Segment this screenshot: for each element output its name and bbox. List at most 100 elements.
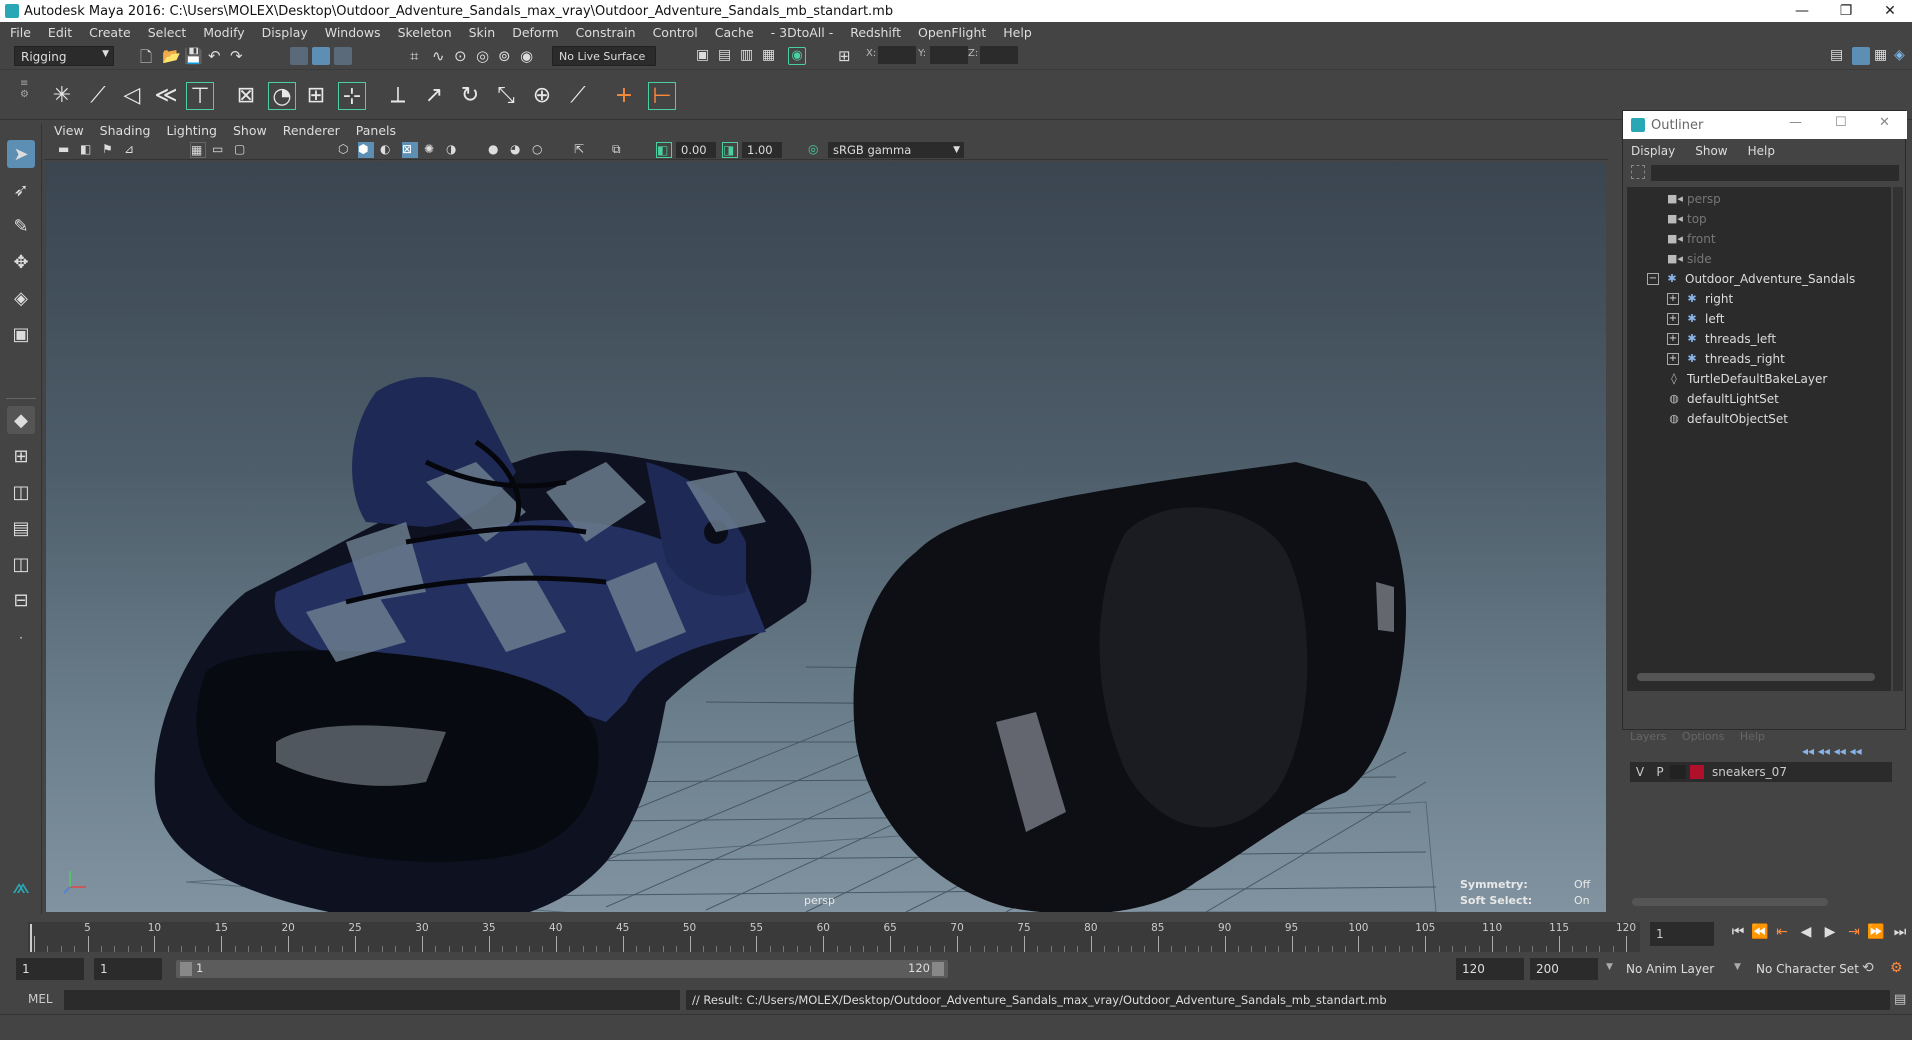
ik-handle-icon[interactable]: ⟋ (84, 82, 112, 110)
outliner-item-turtle-layer[interactable]: ◊ TurtleDefaultBakeLayer (1667, 369, 1827, 389)
snap-view-icon[interactable]: ◎ (476, 47, 494, 65)
y-field[interactable] (930, 46, 968, 64)
outliner-minimize-button[interactable]: — (1789, 115, 1802, 130)
panel-menu-panels[interactable]: Panels (356, 123, 396, 138)
current-frame-field[interactable]: 1 (1650, 922, 1714, 946)
move-tool-icon[interactable]: ✥ (7, 248, 35, 276)
menuset-dropdown[interactable]: Rigging ▼ (14, 46, 114, 66)
select-object-icon[interactable] (312, 47, 330, 65)
restore-button[interactable]: ❐ (1824, 0, 1868, 22)
menu-edit[interactable]: Edit (48, 25, 72, 40)
menu-deform[interactable]: Deform (512, 25, 558, 40)
range-slider-start-handle[interactable] (180, 962, 192, 976)
menu-skin[interactable]: Skin (469, 25, 496, 40)
outliner-menu-help[interactable]: Help (1748, 144, 1775, 158)
xray-icon[interactable]: ⧉ (612, 142, 628, 158)
outliner-maximize-button[interactable]: ☐ (1835, 115, 1847, 130)
tool-settings-icon[interactable]: ▦ (1874, 47, 1892, 65)
range-end-field[interactable]: 200 (1530, 958, 1598, 980)
menu-cache[interactable]: Cache (715, 25, 754, 40)
play-forwards-icon[interactable]: ▶ (1820, 922, 1840, 942)
menu-help[interactable]: Help (1003, 25, 1032, 40)
joint-tool-icon[interactable]: ✳ (48, 82, 76, 110)
live-surface-field[interactable]: No Live Surface (552, 46, 656, 66)
camera-attributes-icon[interactable]: ◧ (80, 142, 96, 158)
four-view-icon[interactable]: ⊞ (7, 442, 35, 470)
attribute-editor-icon[interactable] (1852, 47, 1870, 65)
script-editor-icon[interactable]: ▤ (1894, 992, 1906, 1007)
point-constraint-icon[interactable]: ⟂ (384, 82, 412, 110)
menu-windows[interactable]: Windows (325, 25, 381, 40)
toolbox-more-icon[interactable]: · (7, 624, 35, 652)
step-back-key-icon[interactable]: ⇤ (1772, 922, 1792, 942)
minimize-button[interactable]: — (1780, 0, 1824, 22)
outliner-item-threads-left[interactable]: + ✱ threads_left (1667, 329, 1776, 349)
select-tool-icon[interactable]: ➤ (7, 140, 35, 168)
layer-scrollbar[interactable] (1632, 898, 1828, 906)
exposure-field[interactable]: 0.00 (676, 142, 716, 158)
select-component-icon[interactable] (334, 47, 352, 65)
character-set-dropdown[interactable]: No Character Set (1750, 958, 1860, 980)
step-forward-frame-icon[interactable]: ⏩ (1866, 922, 1886, 942)
snap-grid-icon[interactable]: ⌗ (410, 47, 428, 65)
layer-color-swatch[interactable] (1690, 765, 1704, 779)
outliner-horizontal-scrollbar[interactable] (1637, 673, 1875, 681)
layer-playback-toggle[interactable]: P (1650, 765, 1670, 779)
anim-layer-dropdown[interactable]: No Anim Layer (1620, 958, 1730, 980)
lattice-icon[interactable]: ⊞ (302, 82, 330, 110)
smooth-shade-icon[interactable]: ⬢ (358, 142, 374, 158)
hypershade-layout-icon[interactable]: ⊟ (7, 586, 35, 614)
playback-start-field[interactable]: 1 (94, 958, 162, 980)
close-button[interactable]: ✕ (1868, 0, 1912, 22)
playback-end-field[interactable]: 120 (1456, 958, 1524, 980)
expand-icon[interactable]: + (1667, 313, 1679, 325)
outliner-item-left[interactable]: + ✱ left (1667, 309, 1724, 329)
x-field[interactable] (878, 46, 916, 64)
panel-menu-lighting[interactable]: Lighting (166, 123, 217, 138)
graph-layout-icon[interactable]: ◫ (7, 550, 35, 578)
orient-constraint-icon[interactable]: ↻ (456, 82, 484, 110)
ambient-occlusion-icon[interactable]: ● (488, 142, 504, 158)
range-slider-bar[interactable]: 1 120 (176, 960, 948, 978)
redo-icon[interactable]: ↷ (230, 47, 248, 65)
gamma-icon[interactable]: ◨ (722, 142, 738, 158)
hypershade-icon[interactable]: ◉ (788, 47, 806, 65)
auto-key-icon[interactable]: ⟲ (1862, 960, 1874, 976)
side-view-layout-icon[interactable]: ◫ (7, 478, 35, 506)
scale-tool-icon[interactable]: ▣ (7, 320, 35, 348)
outliner-menu-display[interactable]: Display (1631, 144, 1675, 158)
range-slider-end-handle[interactable] (932, 962, 944, 976)
motion-blur-icon[interactable]: ◕ (510, 142, 526, 158)
menu-3dtoall[interactable]: - 3DtoAll - (771, 25, 834, 40)
image-plane-icon[interactable]: ⊿ (124, 142, 140, 158)
menu-modify[interactable]: Modify (203, 25, 244, 40)
layer-tab-layers[interactable]: Layers (1630, 730, 1666, 743)
menu-display[interactable]: Display (262, 25, 308, 40)
scale-constraint-icon[interactable]: ⤡ (492, 82, 520, 110)
play-backwards-icon[interactable]: ◀ (1796, 922, 1816, 942)
layer-tab-help[interactable]: Help (1740, 730, 1765, 743)
locator-icon[interactable]: + (610, 82, 638, 110)
ik-spline-icon[interactable]: ◁ (118, 82, 146, 110)
render-icon[interactable]: ▤ (718, 47, 736, 65)
gamma-field[interactable]: 1.00 (742, 142, 782, 158)
viewport-persp[interactable]: persp Symmetry: Off Soft Select: On (46, 162, 1606, 912)
rig-locator-icon[interactable]: ⊢ (648, 82, 676, 110)
go-to-end-icon[interactable]: ⏭ (1890, 922, 1910, 942)
smooth-bind-icon[interactable]: ◔ (268, 82, 296, 110)
mirror-joint-icon[interactable]: ⊤ (186, 82, 214, 110)
cluster-icon[interactable]: ⊹ (338, 82, 366, 110)
outliner-close-button[interactable]: ✕ (1879, 115, 1890, 130)
snap-point-icon[interactable]: ⊙ (454, 47, 472, 65)
outliner-filter-icon[interactable] (1631, 165, 1645, 179)
outliner-item-default-light-set[interactable]: ◍ defaultLightSet (1667, 389, 1779, 409)
step-back-frame-icon[interactable]: ⏪ (1750, 922, 1770, 942)
z-field[interactable] (980, 46, 1018, 64)
undo-icon[interactable]: ↶ (208, 47, 226, 65)
wireframe-icon[interactable]: ⬡ (338, 142, 354, 158)
shelf-menu-icon[interactable]: ≡ ⚙ (20, 78, 30, 114)
outliner-item-front[interactable]: ■◂ front (1667, 229, 1716, 249)
single-view-icon[interactable]: ◆ (7, 406, 35, 434)
snap-vertex-icon[interactable]: ◉ (520, 47, 538, 65)
snap-surface-icon[interactable]: ⊚ (498, 47, 516, 65)
